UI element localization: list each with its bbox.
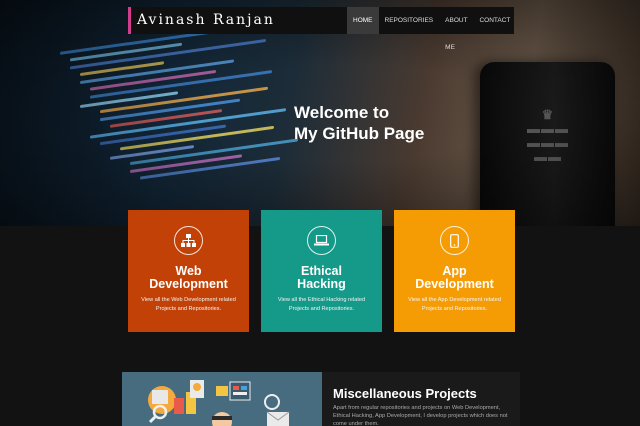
card-web-development[interactable]: Web Development View all the Web Develop… xyxy=(128,210,249,332)
card-description: View all the Ethical Hacking related Pro… xyxy=(277,297,366,312)
laptop-icon xyxy=(307,226,336,255)
misc-projects-description: Apart from regular repositories and proj… xyxy=(333,405,508,426)
navbar: Avinash Ranjan HOME REPOSITORIES ABOUT M… xyxy=(128,7,516,51)
card-title-line2: Development xyxy=(149,277,228,291)
card-description: View all the Web Development related Pro… xyxy=(141,297,236,312)
brand-accent-bar xyxy=(128,7,131,34)
nav-menu: HOME REPOSITORIES ABOUT ME CONTACT xyxy=(347,7,516,51)
nav-item-contact[interactable]: CONTACT xyxy=(473,7,516,34)
mobile-icon xyxy=(440,226,469,255)
hero-title-line2: My GitHub Page xyxy=(294,124,425,143)
hero-title: Welcome to My GitHub Page xyxy=(294,102,424,144)
card-title: App Development xyxy=(394,265,515,291)
hero-title-line1: Welcome to xyxy=(294,103,390,122)
card-title: Web Development xyxy=(128,265,249,291)
nav-item-home[interactable]: HOME xyxy=(347,7,379,34)
card-title: Ethical Hacking xyxy=(261,265,382,291)
card-app-development[interactable]: App Development View all the App Develop… xyxy=(394,210,515,332)
brand-logo[interactable]: Avinash Ranjan xyxy=(137,12,275,28)
card-title-line2: Development xyxy=(415,277,494,291)
misc-projects-illustration xyxy=(122,372,322,426)
sitemap-icon xyxy=(174,226,203,255)
misc-projects-title: Miscellaneous Projects xyxy=(333,386,477,401)
card-ethical-hacking[interactable]: Ethical Hacking View all the Ethical Hac… xyxy=(261,210,382,332)
nav-item-about-me[interactable]: ABOUT ME xyxy=(439,7,473,51)
card-title-line2: Hacking xyxy=(297,277,346,291)
nav-item-repositories[interactable]: REPOSITORIES xyxy=(379,7,440,34)
card-description: View all the App Development related Pro… xyxy=(408,297,501,312)
